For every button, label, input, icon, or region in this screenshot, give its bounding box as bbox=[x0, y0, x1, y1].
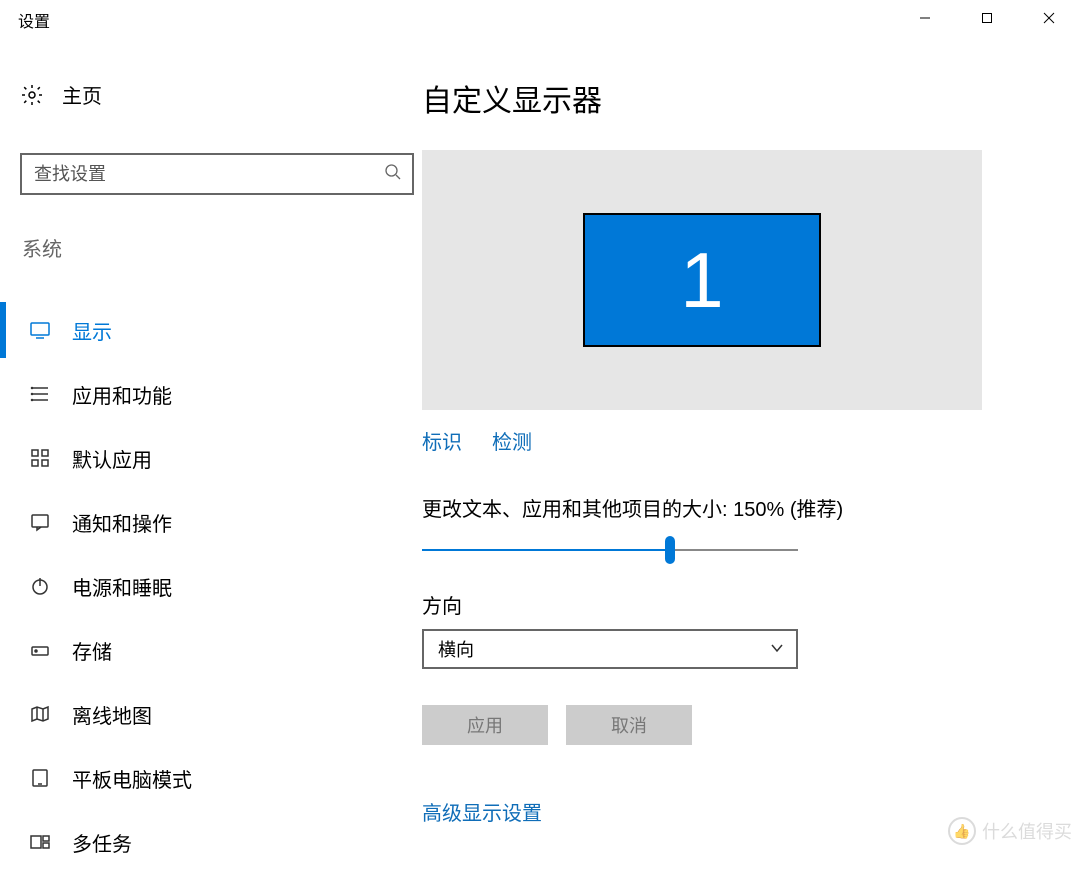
maps-icon bbox=[28, 702, 52, 726]
cancel-button[interactable]: 取消 bbox=[566, 705, 692, 745]
search-box[interactable] bbox=[20, 153, 414, 195]
notif-icon bbox=[28, 510, 52, 534]
multitask-icon bbox=[28, 830, 52, 854]
thumbs-up-icon: 👍 bbox=[948, 817, 976, 845]
tablet-icon bbox=[28, 766, 52, 790]
home-label: 主页 bbox=[62, 80, 102, 109]
sidebar-item-label: 平板电脑模式 bbox=[72, 764, 192, 793]
monitor-number: 1 bbox=[680, 235, 723, 326]
maximize-button[interactable] bbox=[956, 0, 1018, 36]
page-title: 自定义显示器 bbox=[422, 76, 1024, 120]
content-panel: 自定义显示器 1 标识 检测 更改文本、应用和其他项目的大小: 150% (推荐… bbox=[422, 40, 1080, 853]
sidebar-item-label: 通知和操作 bbox=[72, 508, 172, 537]
sidebar-item-label: 多任务 bbox=[72, 828, 132, 857]
window-title: 设置 bbox=[18, 8, 50, 32]
display-icon bbox=[28, 318, 52, 342]
chevron-down-icon bbox=[770, 639, 784, 660]
apps-icon bbox=[28, 382, 52, 406]
advanced-display-link[interactable]: 高级显示设置 bbox=[422, 803, 542, 825]
gear-icon bbox=[20, 83, 44, 107]
sidebar-item-label: 电源和睡眠 bbox=[72, 572, 172, 601]
minimize-button[interactable] bbox=[894, 0, 956, 36]
orientation-label: 方向 bbox=[422, 590, 1024, 619]
detect-link[interactable]: 检测 bbox=[492, 426, 532, 455]
slider-track-empty bbox=[670, 549, 798, 551]
orientation-select[interactable]: 横向 bbox=[422, 629, 798, 669]
sidebar-item-apps[interactable]: 应用和功能 bbox=[20, 362, 422, 426]
power-icon bbox=[28, 574, 52, 598]
sidebar-item-maps[interactable]: 离线地图 bbox=[20, 682, 422, 746]
sidebar-item-label: 默认应用 bbox=[72, 444, 152, 473]
window-controls bbox=[894, 0, 1080, 36]
orientation-value: 横向 bbox=[438, 636, 474, 662]
nav-list: 显示应用和功能默认应用通知和操作电源和睡眠存储离线地图平板电脑模式多任务 bbox=[20, 298, 422, 874]
close-button[interactable] bbox=[1018, 0, 1080, 36]
scale-label: 更改文本、应用和其他项目的大小: 150% (推荐) bbox=[422, 493, 1024, 522]
home-button[interactable]: 主页 bbox=[20, 80, 422, 109]
watermark: 👍 什么值得买 bbox=[948, 817, 1072, 845]
sidebar-item-label: 离线地图 bbox=[72, 700, 152, 729]
sidebar-item-tablet[interactable]: 平板电脑模式 bbox=[20, 746, 422, 810]
search-icon bbox=[384, 163, 402, 185]
monitor-actions: 标识 检测 bbox=[422, 426, 1024, 455]
scale-slider[interactable] bbox=[422, 540, 798, 560]
monitor-preview[interactable]: 1 bbox=[422, 150, 982, 410]
sidebar-item-default[interactable]: 默认应用 bbox=[20, 426, 422, 490]
sidebar-item-storage[interactable]: 存储 bbox=[20, 618, 422, 682]
slider-thumb[interactable] bbox=[665, 536, 675, 564]
watermark-text: 什么值得买 bbox=[982, 818, 1072, 844]
monitor-tile[interactable]: 1 bbox=[583, 213, 821, 347]
sidebar-item-label: 应用和功能 bbox=[72, 380, 172, 409]
slider-track-filled bbox=[422, 549, 670, 551]
sidebar-item-label: 显示 bbox=[72, 316, 112, 345]
button-row: 应用 取消 bbox=[422, 705, 1024, 745]
storage-icon bbox=[28, 638, 52, 662]
sidebar-item-notif[interactable]: 通知和操作 bbox=[20, 490, 422, 554]
search-input[interactable] bbox=[34, 164, 384, 185]
sidebar-item-display[interactable]: 显示 bbox=[20, 298, 422, 362]
sidebar: 主页 系统 显示应用和功能默认应用通知和操作电源和睡眠存储离线地图平板电脑模式多… bbox=[0, 40, 422, 853]
sidebar-item-power[interactable]: 电源和睡眠 bbox=[20, 554, 422, 618]
default-icon bbox=[28, 446, 52, 470]
category-header: 系统 bbox=[20, 233, 422, 262]
identify-link[interactable]: 标识 bbox=[422, 426, 462, 455]
sidebar-item-multitask[interactable]: 多任务 bbox=[20, 810, 422, 874]
apply-button[interactable]: 应用 bbox=[422, 705, 548, 745]
sidebar-item-label: 存储 bbox=[72, 636, 112, 665]
